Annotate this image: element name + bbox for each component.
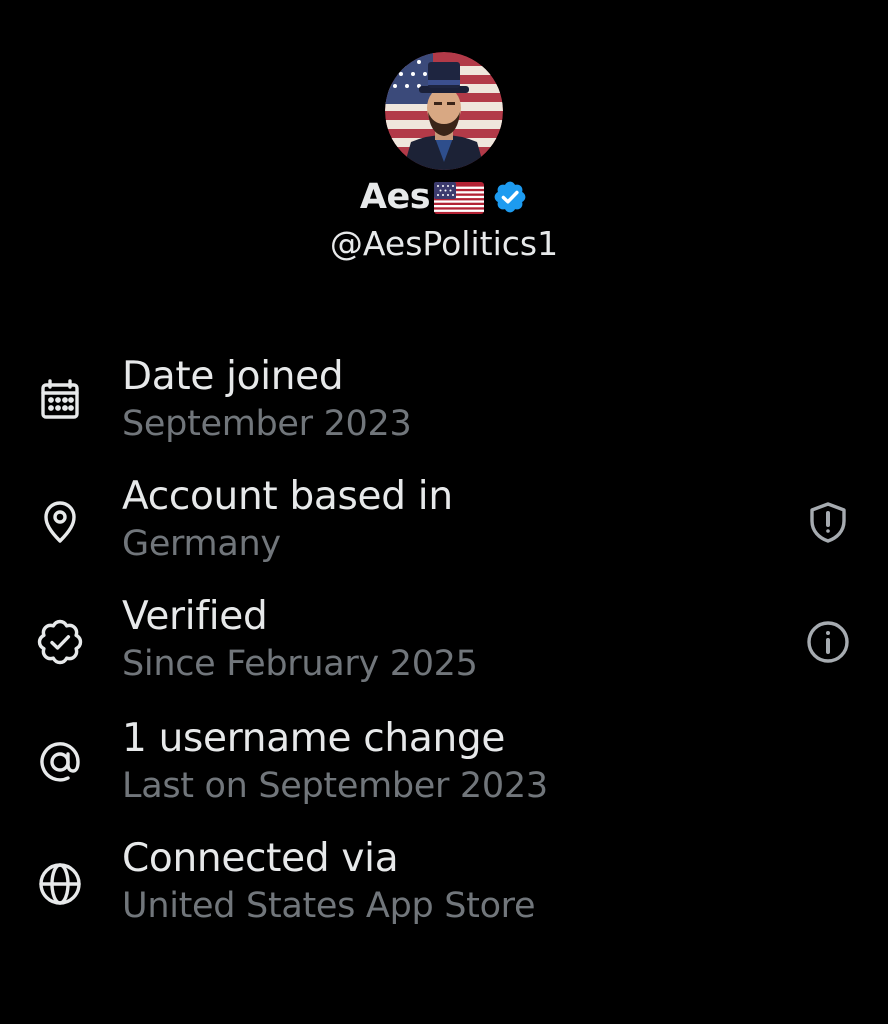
detail-title: Verified [122,594,268,639]
avatar[interactable] [385,52,503,170]
detail-title: Connected via [122,836,399,881]
detail-title: 1 username change [122,716,506,761]
detail-subtitle: United States App Store [122,886,536,926]
detail-title: Date joined [122,354,344,399]
us-flag-icon [434,182,485,214]
detail-row-connected-via: Connected via United States App Store [0,836,888,936]
avatar-image [385,52,503,170]
globe-icon [36,860,84,908]
detail-row-verified: Verified Since February 2025 [0,594,888,694]
detail-subtitle: September 2023 [122,404,412,444]
location-pin-icon [36,498,84,546]
detail-subtitle: Since February 2025 [122,644,478,684]
name-row: Aes [0,172,888,222]
detail-subtitle: Germany [122,524,281,564]
shield-alert-icon[interactable] [804,498,852,546]
verified-badge-icon[interactable] [492,179,528,215]
calendar-icon [36,376,84,424]
verified-outline-icon [36,618,84,666]
detail-row-username-change: 1 username change Last on September 2023 [0,716,888,816]
detail-row-date-joined: Date joined September 2023 [0,354,888,454]
display-name: Aes [359,177,431,217]
detail-subtitle: Last on September 2023 [122,766,548,806]
detail-title: Account based in [122,474,453,519]
at-sign-icon [36,738,84,786]
info-icon[interactable] [804,618,852,666]
username-handle: @AesPolitics1 [329,224,559,263]
detail-row-account-based-in: Account based in Germany [0,474,888,574]
